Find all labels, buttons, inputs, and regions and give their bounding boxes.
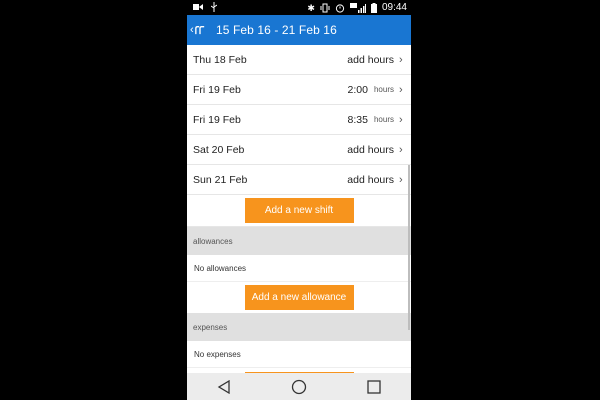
chevron-right-icon: › [399, 113, 403, 126]
android-nav-bar [187, 373, 411, 400]
add-allowance-button[interactable]: Add a new allowance [244, 285, 354, 310]
alarm-icon [335, 3, 345, 13]
phone-screen: ✱ 09:44 ‹ 15 Feb 16 - 21 Feb 16 Thu 18 F… [187, 0, 411, 400]
battery-icon [370, 2, 377, 13]
day-row[interactable]: Sat 20 Feb add hours › [187, 135, 411, 165]
add-allowance-container: Add a new allowance [187, 282, 411, 313]
square-recents-icon [366, 379, 381, 394]
no-allowances-text: No allowances [187, 255, 411, 282]
day-row[interactable]: Fri 19 Feb 8:35 hours › [187, 105, 411, 135]
add-shift-container: Add a new shift [187, 195, 411, 227]
day-date: Sat 20 Feb [193, 143, 245, 156]
day-hours-unit: hours [373, 85, 394, 94]
video-camera-icon [193, 4, 203, 10]
app-logo [194, 26, 204, 35]
vibrate-icon [320, 3, 330, 12]
back-button[interactable]: ‹ [190, 21, 212, 39]
day-row[interactable]: Thu 18 Feb add hours › [187, 45, 411, 75]
usb-icon [211, 2, 217, 12]
day-hours-value: add hours [347, 53, 394, 66]
signal-4g-icon [349, 2, 366, 13]
chevron-right-icon: › [399, 143, 403, 156]
nav-recents-button[interactable] [354, 373, 394, 400]
timesheet-content: Thu 18 Feb add hours › Fri 19 Feb 2:00 hours ›… [187, 45, 411, 373]
scrollbar[interactable] [408, 165, 410, 330]
day-hours-value: 2:00 [347, 83, 368, 96]
expenses-header: expenses [187, 313, 411, 341]
day-date: Fri 19 Feb [193, 113, 241, 126]
back-chevron-icon: ‹ [190, 24, 194, 36]
day-date: Thu 18 Feb [193, 53, 247, 66]
nav-home-button[interactable] [279, 373, 319, 400]
bluetooth-icon: ✱ [307, 2, 315, 13]
clock: 09:44 [381, 2, 407, 13]
day-row[interactable]: Sun 21 Feb add hours › [187, 165, 411, 195]
triangle-back-icon [218, 379, 230, 394]
day-date: Sun 21 Feb [193, 173, 248, 186]
app-bar: ‹ 15 Feb 16 - 21 Feb 16 [187, 15, 411, 45]
nav-back-button[interactable] [204, 373, 244, 400]
allowances-header: allowances [187, 227, 411, 255]
day-hours-value: add hours [347, 173, 394, 186]
add-shift-button[interactable]: Add a new shift [244, 198, 354, 223]
day-hours-value: add hours [347, 143, 394, 156]
day-hours-value: 8:35 [347, 113, 368, 126]
chevron-right-icon: › [399, 83, 403, 96]
circle-home-icon [291, 379, 307, 394]
page-title: 15 Feb 16 - 21 Feb 16 [216, 23, 337, 37]
day-hours-unit: hours [373, 115, 394, 124]
day-row[interactable]: Fri 19 Feb 2:00 hours › [187, 75, 411, 105]
day-list: Thu 18 Feb add hours › Fri 19 Feb 2:00 hours ›… [187, 45, 411, 195]
status-bar: ✱ 09:44 [187, 0, 411, 15]
no-expenses-text: No expenses [187, 341, 411, 368]
chevron-right-icon: › [399, 53, 403, 66]
day-date: Fri 19 Feb [193, 83, 241, 96]
chevron-right-icon: › [399, 173, 403, 186]
